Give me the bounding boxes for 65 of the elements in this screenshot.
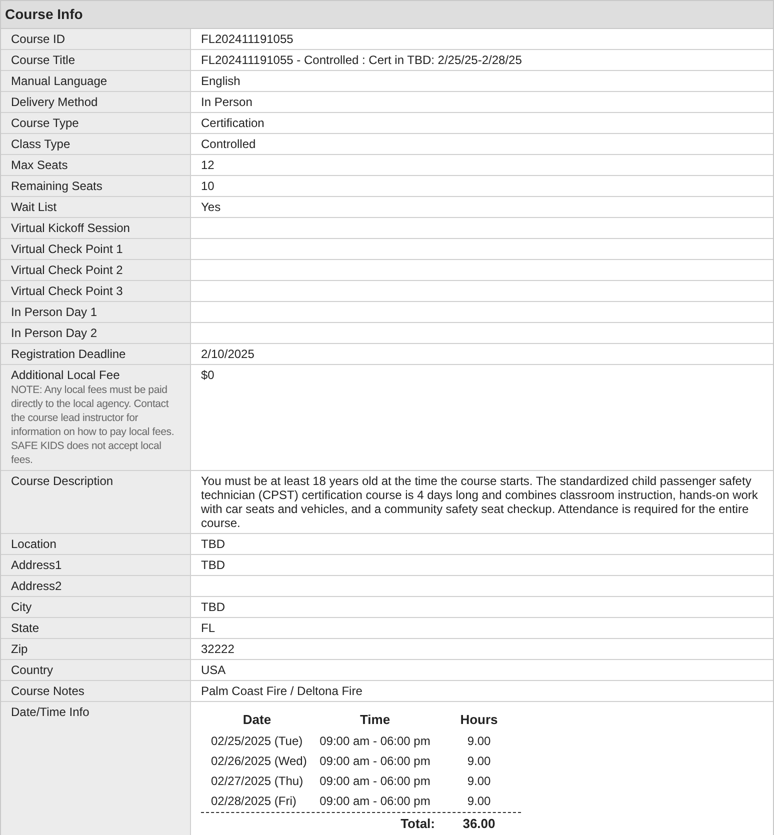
field-label: Wait List — [11, 200, 57, 214]
field-label: Course Notes — [11, 684, 84, 698]
field-label: City — [11, 600, 32, 614]
field-label: Registration Deadline — [11, 347, 126, 361]
field-label: Course Title — [11, 53, 76, 67]
field-label: In Person Day 1 — [11, 305, 98, 319]
field-value: You must be at least 18 years old at the time the course starts. The standardized child passenger safety technician (CPST) certification course is 4 days long and combines classroom instruction, hands-on work with car seats and vehicles, and a community safety seat checkup. Attendance is required for the entire course. — [201, 474, 759, 530]
table-cell-text: 02/28/2025 (Fri) — [210, 793, 296, 810]
field-label: Virtual Kickoff Session — [11, 221, 130, 235]
section-header: Course Info — [1, 1, 773, 29]
table-cell-text: 09:00 am - 06:00 pm — [320, 773, 430, 790]
field-value: Certification — [201, 116, 264, 130]
field-value: 10 — [201, 179, 214, 193]
field-label: Date/Time Info — [11, 705, 90, 719]
field-label: Zip — [11, 642, 28, 656]
total-label: Total: — [400, 815, 436, 834]
field-value: $0 — [201, 368, 214, 382]
field-label: Additional Local Fee — [11, 368, 120, 382]
field-label: Country — [11, 663, 54, 677]
field-label: In Person Day 2 — [11, 326, 98, 340]
field-label: Course Type — [11, 116, 79, 130]
field-value: USA — [201, 663, 226, 677]
note-text: NOTE: Any local fees must be paid directly to the local agency. Contact the course lead instructor for information on how to pay local fees. SAFE KIDS does not accept local fees. — [11, 383, 176, 467]
field-value: FL202411191055 — [201, 32, 294, 46]
field-label: Virtual Check Point 2 — [11, 263, 123, 277]
table-cell-text: 9.00 — [467, 793, 491, 810]
field-label: Class Type — [11, 137, 70, 151]
field-value: TBD — [201, 558, 225, 572]
field-value: FL — [201, 621, 216, 635]
field-label: Max Seats — [11, 158, 68, 172]
field-value: English — [201, 74, 240, 88]
field-label: Course Description — [11, 474, 114, 488]
total-value: 36.00 — [462, 815, 496, 834]
field-value: FL202411191055 - Controlled : Cert in TBD: 2/25/25-2/28/25 — [201, 53, 522, 67]
field-value: 32222 — [201, 642, 234, 656]
table-cell-text: 02/26/2025 (Wed) — [210, 753, 307, 770]
column-header: Hours — [459, 711, 499, 730]
table-cell-text: 9.00 — [467, 753, 491, 770]
table-cell-text: 02/27/2025 (Thu) — [210, 773, 304, 790]
table-cell-text: 09:00 am - 06:00 pm — [320, 733, 430, 750]
field-label: State — [11, 621, 40, 635]
field-label: Remaining Seats — [11, 179, 102, 193]
field-label: Course ID — [11, 32, 66, 46]
column-header: Time — [358, 711, 392, 730]
table-cell-text: 09:00 am - 06:00 pm — [320, 753, 430, 770]
field-value: 12 — [201, 158, 214, 172]
field-label: Address1 — [11, 558, 62, 572]
column-header: Date — [242, 711, 272, 730]
field-label: Address2 — [11, 579, 62, 593]
field-label: Location — [11, 537, 56, 551]
field-value: TBD — [201, 600, 225, 614]
field-value: Controlled — [201, 137, 256, 151]
table-cell-text: 9.00 — [467, 773, 491, 790]
field-value: Palm Coast Fire / Deltona Fire — [201, 684, 362, 698]
field-value: TBD — [201, 537, 225, 551]
field-value: 2/10/2025 — [201, 347, 254, 361]
field-label: Virtual Check Point 3 — [11, 284, 123, 298]
table-cell-text: 09:00 am - 06:00 pm — [320, 793, 430, 810]
field-label: Manual Language — [11, 74, 108, 88]
field-value: In Person — [201, 95, 252, 109]
table-cell-text: 9.00 — [467, 733, 491, 750]
field-label: Virtual Check Point 1 — [11, 242, 123, 256]
table-cell-text: 02/25/2025 (Tue) — [210, 733, 303, 750]
field-value: Yes — [201, 200, 221, 214]
field-label: Delivery Method — [11, 95, 98, 109]
